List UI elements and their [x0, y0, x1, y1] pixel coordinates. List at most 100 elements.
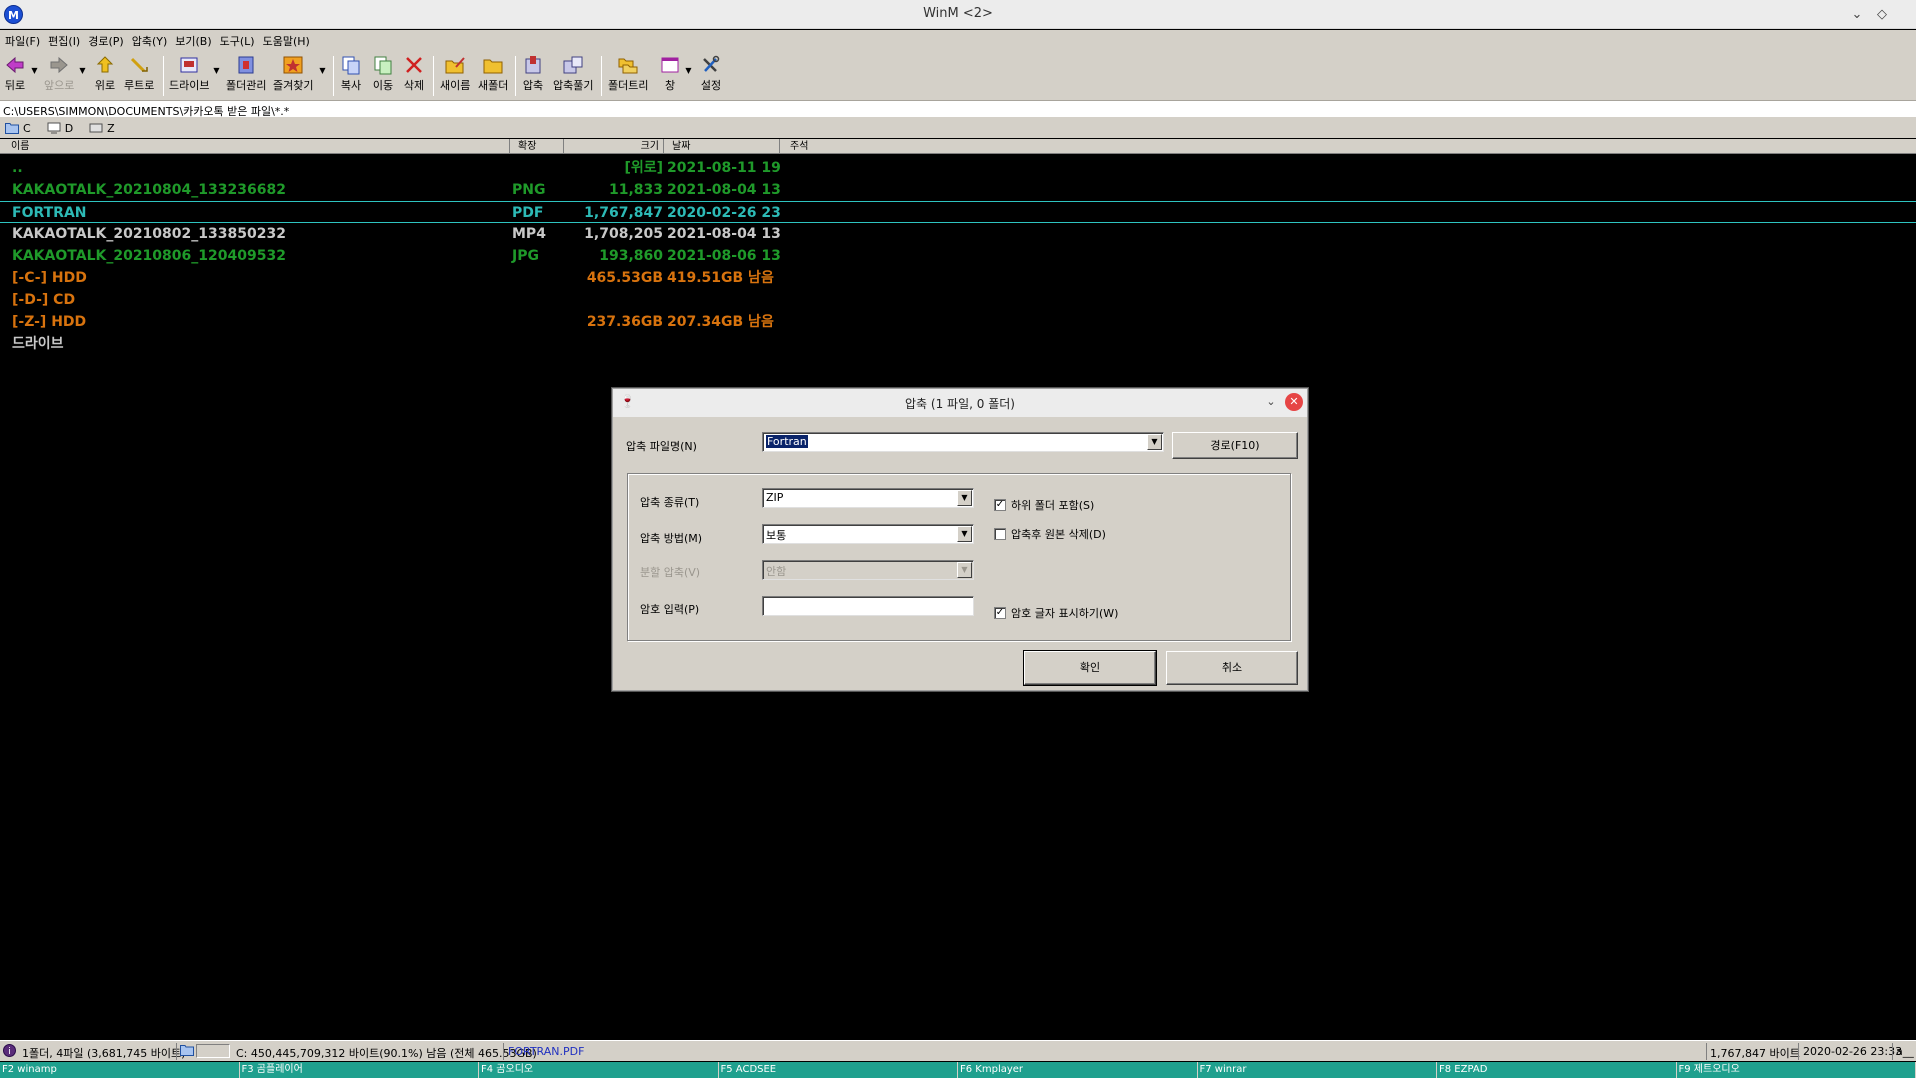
drive-row[interactable]: [-D-] CD — [0, 289, 1916, 311]
path-bar[interactable]: C:\USERS\SIMMON\DOCUMENTS\카카오톡 받은 파일\*.* — [0, 101, 1916, 118]
column-date[interactable]: 날짜 — [664, 139, 780, 154]
new-folder-icon — [483, 59, 503, 74]
file-row[interactable]: KAKAOTALK_20210804_133236682 PNG 11,833 … — [0, 179, 1916, 201]
fkey-f9[interactable]: F9 제트오디오 — [1676, 1062, 1916, 1078]
file-date: 2020-02-26 23:3 — [667, 205, 781, 221]
file-row[interactable]: .. [위로] 2021-08-11 19:3 — [0, 157, 1916, 179]
drive-tab-d[interactable]: D — [47, 118, 73, 138]
forward-dropdown-icon[interactable]: ▼ — [78, 66, 87, 75]
window-button[interactable]: 창 — [659, 55, 681, 93]
fkey-f3[interactable]: F3 곰플레이어 — [239, 1062, 479, 1078]
dialog-close-button[interactable]: ✕ — [1285, 393, 1303, 411]
extract-button[interactable]: 압축풀기 — [553, 55, 593, 93]
new-folder-button[interactable]: 새폴더 — [478, 55, 508, 93]
chevron-down-icon[interactable]: ▼ — [957, 526, 972, 542]
current-file-size: 1,767,847 바이트 — [1710, 1047, 1800, 1060]
file-size: 1,767,847 — [584, 205, 663, 221]
title-bar: M WinM <2> ⌄ ◇ — [0, 0, 1916, 29]
column-ext[interactable]: 확장 — [510, 139, 564, 154]
menu-help[interactable]: 도움말(H) — [262, 30, 317, 51]
drive-tab-label: Z — [107, 121, 115, 135]
fkey-f7[interactable]: F7 winrar — [1197, 1062, 1437, 1078]
move-button[interactable]: 이동 — [372, 55, 394, 93]
file-date: 2021-08-06 13:0 — [667, 248, 781, 264]
folder-tree-button[interactable]: 폴더트리 — [608, 55, 648, 93]
menu-compress[interactable]: 압축(Y) — [131, 30, 175, 51]
drive-total: 465.53GB — [586, 270, 663, 286]
fkey-f2[interactable]: F2 winamp — [0, 1062, 240, 1078]
method-select[interactable]: 보통 ▼ — [762, 524, 974, 544]
back-button[interactable]: 뒤로 — [4, 55, 26, 93]
menu-tools[interactable]: 도구(L) — [219, 30, 262, 51]
path-button[interactable]: 경로(F10) — [1172, 432, 1298, 459]
drive-name: [-D-] CD — [12, 292, 76, 308]
fkey-f8[interactable]: F8 EZPAD — [1437, 1062, 1677, 1078]
minimize-button[interactable]: ⌄ — [1846, 4, 1868, 26]
method-value: 보통 — [766, 529, 787, 542]
forward-button[interactable]: 앞으로 — [44, 55, 74, 93]
toolbar-separator — [515, 56, 516, 96]
drive-total: 237.36GB — [586, 314, 663, 330]
fkey-f5[interactable]: F5 ACDSEE — [718, 1062, 958, 1078]
drive-icon — [89, 123, 103, 133]
compress-button[interactable]: 압축 — [522, 55, 544, 93]
drive-tab-c[interactable]: C — [5, 118, 31, 138]
back-dropdown-icon[interactable]: ▼ — [30, 66, 39, 75]
settings-label: 설정 — [700, 79, 722, 92]
up-button[interactable]: 위로 — [94, 55, 116, 93]
type-select[interactable]: ZIP ▼ — [762, 488, 974, 508]
root-icon — [131, 57, 148, 73]
maximize-button[interactable]: ◇ — [1871, 4, 1893, 26]
compress-dialog: 🍷 압축 (1 파일, 0 폴더) ⌄ ✕ 압축 파일명(N) Fortran … — [612, 388, 1308, 691]
file-row[interactable]: FORTRAN PDF 1,767,847 2020-02-26 23:3 — [0, 201, 1916, 223]
checkbox-check-icon: ✓ — [994, 499, 1006, 511]
back-label: 뒤로 — [4, 79, 26, 92]
column-name[interactable]: 이름 — [8, 139, 510, 154]
window-label: 창 — [664, 79, 676, 92]
file-size: 1,708,205 — [584, 226, 663, 242]
drive-button[interactable]: 드라이브 — [169, 55, 209, 93]
show-password-checkbox[interactable]: ✓ 암호 글자 표시하기(W) — [994, 605, 1118, 621]
drive-free: 419.51GB 남음 — [667, 270, 774, 286]
current-file-attr: a__ — [1896, 1045, 1914, 1058]
menu-edit[interactable]: 편집(I) — [47, 30, 87, 51]
disk-free-text: C: 450,445,709,312 바이트(90.1%) 남음 (전체 465… — [236, 1047, 537, 1060]
settings-button[interactable]: 설정 — [700, 55, 722, 93]
toolbar-separator — [333, 56, 334, 96]
ok-button[interactable]: 확인 — [1023, 650, 1157, 686]
drive-row[interactable]: [-C-] HDD 465.53GB 419.51GB 남음 — [0, 267, 1916, 289]
chevron-down-icon[interactable]: ▼ — [957, 490, 972, 506]
file-name: FORTRAN — [12, 205, 87, 221]
copy-button[interactable]: 복사 — [340, 55, 362, 93]
favorites-button[interactable]: 즐겨찾기 — [273, 55, 313, 93]
window-dropdown-icon[interactable]: ▼ — [684, 66, 693, 75]
column-size[interactable]: 크기 — [564, 139, 664, 154]
favorites-dropdown-icon[interactable]: ▼ — [318, 66, 327, 75]
password-input[interactable] — [762, 596, 974, 616]
fkey-f6[interactable]: F6 Kmplayer — [958, 1062, 1198, 1078]
root-button[interactable]: 루트로 — [124, 55, 154, 93]
delete-original-checkbox[interactable]: 압축후 원본 삭제(D) — [994, 526, 1106, 542]
move-label: 이동 — [372, 79, 394, 92]
file-row[interactable]: KAKAOTALK_20210802_133850232 MP4 1,708,2… — [0, 223, 1916, 245]
chevron-down-icon[interactable]: ▼ — [1147, 434, 1162, 450]
menu-view[interactable]: 보기(B) — [174, 30, 218, 51]
file-size: [위로] — [624, 160, 663, 176]
dialog-minimize-button[interactable]: ⌄ — [1263, 394, 1279, 410]
menu-path[interactable]: 경로(P) — [87, 30, 130, 51]
delete-button[interactable]: 삭제 — [403, 55, 425, 93]
folder-manage-button[interactable]: 폴더관리 — [226, 55, 266, 93]
filename-combo[interactable]: Fortran ▼ — [762, 432, 1164, 452]
drive-dropdown-icon[interactable]: ▼ — [212, 66, 221, 75]
drive-row[interactable]: 드라이브 — [0, 333, 1916, 355]
fkey-f4[interactable]: F4 곰오디오 — [479, 1062, 719, 1078]
drive-row[interactable]: [-Z-] HDD 237.36GB 207.34GB 남음 — [0, 311, 1916, 333]
cancel-button[interactable]: 취소 — [1166, 651, 1298, 685]
column-comment[interactable]: 주석 — [780, 139, 1916, 154]
drive-tab-z[interactable]: Z — [89, 118, 115, 138]
rename-button[interactable]: 새이름 — [440, 55, 470, 93]
file-row[interactable]: KAKAOTALK_20210806_120409532 JPG 193,860… — [0, 245, 1916, 267]
include-subfolders-checkbox[interactable]: ✓ 하위 폴더 포함(S) — [994, 497, 1094, 513]
include-subfolders-label: 하위 폴더 포함(S) — [1011, 499, 1095, 512]
menu-file[interactable]: 파일(F) — [4, 30, 47, 51]
